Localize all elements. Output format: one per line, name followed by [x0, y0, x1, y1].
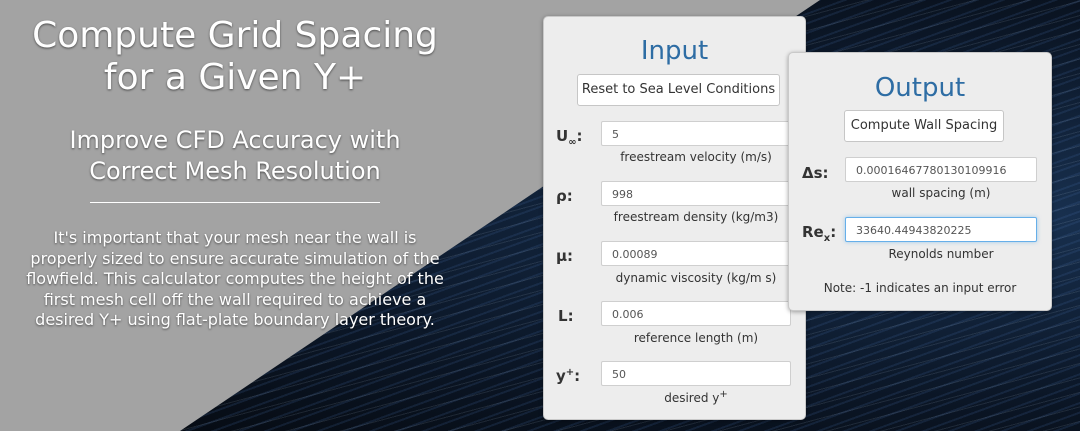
output-panel: Output Compute Wall Spacing Δs: 0.000164… — [788, 52, 1052, 311]
length-input[interactable]: 0.006 — [601, 301, 791, 326]
divider — [90, 202, 380, 203]
subtitle-line-1: Improve CFD Accuracy with — [69, 126, 401, 154]
title-line-2: for a Given Y+ — [103, 57, 367, 98]
length-label: L: — [558, 307, 574, 325]
velocity-help: freestream velocity (m/s) — [620, 150, 772, 164]
length-help: reference length (m) — [633, 331, 759, 345]
viscosity-help: dynamic viscosity (kg/m s) — [615, 271, 777, 285]
reset-sea-level-button[interactable]: Reset to Sea Level Conditions — [577, 74, 780, 106]
hero-section: Compute Grid Spacing for a Given Y+ Impr… — [0, 0, 470, 431]
yplus-help: desired y+ — [664, 389, 728, 405]
reynolds-help: Reynolds number — [888, 247, 994, 261]
velocity-input[interactable]: 5 — [601, 121, 791, 146]
density-help: freestream density (kg/m3) — [613, 210, 779, 224]
description-text: It's important that your mesh near the w… — [26, 228, 444, 329]
wall-spacing-label: Δs: — [802, 164, 829, 182]
viscosity-label: μ: — [556, 247, 574, 265]
velocity-label: U∞: — [556, 127, 583, 148]
density-label: ρ: — [556, 187, 573, 205]
viscosity-input[interactable]: 0.00089 — [601, 241, 791, 266]
wall-spacing-help: wall spacing (m) — [891, 186, 991, 200]
yplus-label: y+: — [556, 367, 581, 385]
compute-wall-spacing-button[interactable]: Compute Wall Spacing — [844, 110, 1004, 142]
input-heading: Input — [640, 36, 709, 66]
density-input[interactable]: 998 — [601, 181, 791, 206]
subtitle-line-2: Correct Mesh Resolution — [89, 157, 381, 185]
wall-spacing-output[interactable]: 0.00016467780130109916 — [845, 157, 1037, 182]
error-note: Note: -1 indicates an input error — [823, 281, 1017, 295]
yplus-input[interactable]: 50 — [601, 361, 791, 386]
input-panel: Input Reset to Sea Level Conditions U∞: … — [543, 16, 806, 420]
output-heading: Output — [874, 73, 966, 103]
title-line-1: Compute Grid Spacing — [32, 15, 438, 56]
reynolds-output[interactable]: 33640.44943820225 — [845, 217, 1037, 242]
reynolds-label: Rex: — [802, 223, 837, 244]
page-subtitle: Improve CFD Accuracy with Correct Mesh R… — [0, 125, 470, 187]
page-title: Compute Grid Spacing for a Given Y+ — [0, 15, 470, 99]
